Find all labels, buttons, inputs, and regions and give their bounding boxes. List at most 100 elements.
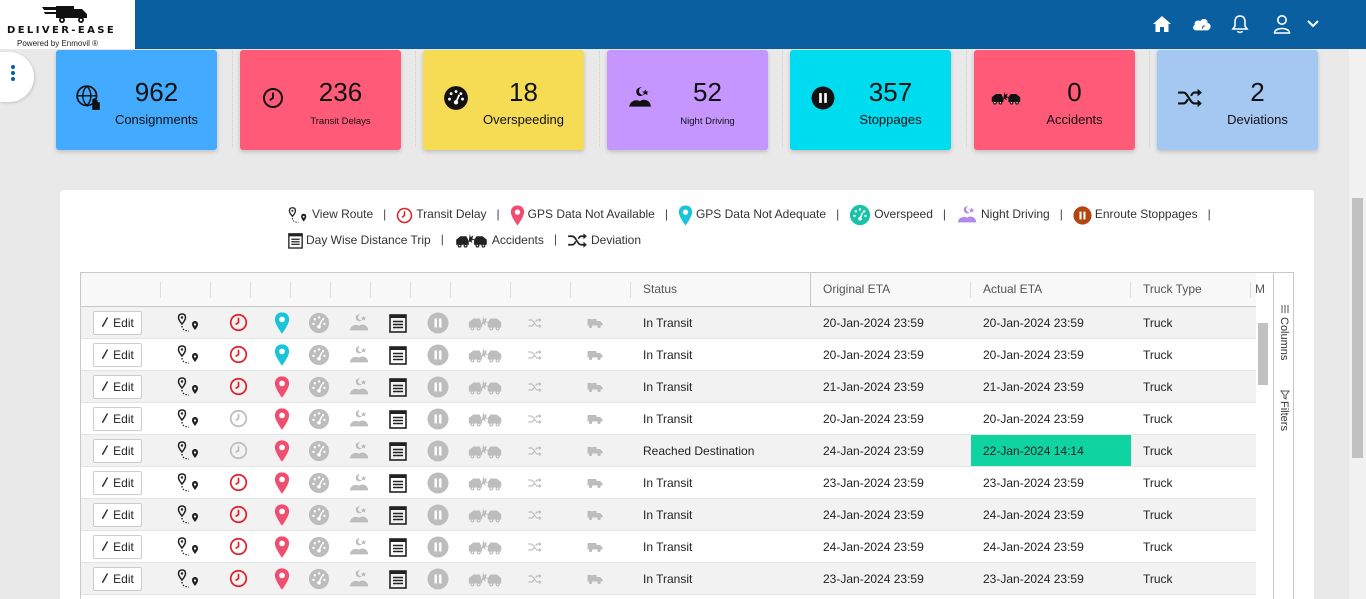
column-header-status[interactable]: Status [633, 273, 677, 306]
truck-small-icon[interactable] [587, 371, 603, 402]
brand-logo[interactable]: DELIVER-EASE Powered by Enmovil ® [0, 0, 135, 49]
edit-button[interactable]: Edit [93, 439, 142, 463]
summary-card-overspeeding[interactable]: 18 Overspeeding [423, 50, 584, 150]
pause-icon[interactable] [427, 499, 449, 530]
route-icon[interactable] [177, 467, 201, 498]
pause-icon[interactable] [427, 467, 449, 498]
table-row[interactable]: Edit In Transit 24-Jan-2024 23:59 24-Jan… [81, 531, 1256, 563]
accident-icon[interactable] [467, 371, 503, 402]
table-row[interactable]: Edit In Transit 21-Jan-2024 23:59 21-Jan… [81, 371, 1256, 403]
pause-icon[interactable] [427, 371, 449, 402]
speedometer-icon[interactable] [308, 371, 330, 402]
table-row[interactable]: Edit In Transit 20-Jan-2024 23:59 20-Jan… [81, 307, 1256, 339]
page-scroll-thumb[interactable] [1352, 198, 1363, 458]
accident-icon[interactable] [467, 563, 503, 594]
route-icon[interactable] [177, 499, 201, 530]
calendar-list-icon[interactable] [389, 371, 407, 402]
speedometer-icon[interactable] [308, 435, 330, 466]
shuffle-icon[interactable] [527, 531, 543, 562]
route-icon[interactable] [177, 531, 201, 562]
summary-card-deviations[interactable]: 2 Deviations [1157, 50, 1318, 150]
filters-tool-button[interactable]: Filters [1278, 401, 1290, 431]
pause-icon[interactable] [427, 531, 449, 562]
clock-icon[interactable] [229, 371, 248, 402]
calendar-list-icon[interactable] [389, 499, 407, 530]
table-row[interactable]: Edit In Transit 23-Jan-2024 23:59 23-Jan… [81, 563, 1256, 595]
edit-button[interactable]: Edit [93, 343, 142, 367]
shuffle-icon[interactable] [527, 563, 543, 594]
route-icon[interactable] [177, 307, 201, 338]
shuffle-icon[interactable] [527, 307, 543, 338]
edit-button[interactable]: Edit [93, 311, 142, 335]
gps-pin-red-icon[interactable] [274, 531, 290, 562]
truck-small-icon[interactable] [587, 563, 603, 594]
night-driving-icon[interactable] [348, 339, 370, 370]
column-header-truck-type[interactable]: Truck Type [1133, 273, 1202, 306]
gps-pin-red-icon[interactable] [274, 563, 290, 594]
edit-button[interactable]: Edit [93, 407, 142, 431]
accident-icon[interactable] [467, 403, 503, 434]
night-driving-icon[interactable] [348, 563, 370, 594]
night-driving-icon[interactable] [348, 499, 370, 530]
speedometer-icon[interactable] [308, 563, 330, 594]
bell-icon[interactable] [1229, 13, 1251, 35]
accident-icon[interactable] [467, 435, 503, 466]
chevron-down-icon[interactable] [1302, 13, 1324, 35]
clock-icon[interactable] [229, 435, 248, 466]
clock-icon[interactable] [229, 563, 248, 594]
accident-icon[interactable] [467, 467, 503, 498]
pause-icon[interactable] [427, 339, 449, 370]
night-driving-icon[interactable] [348, 531, 370, 562]
calendar-list-icon[interactable] [389, 307, 407, 338]
gps-pin-teal-icon[interactable] [274, 339, 290, 370]
speedometer-icon[interactable] [308, 339, 330, 370]
pause-icon[interactable] [427, 563, 449, 594]
edit-button[interactable]: Edit [93, 535, 142, 559]
summary-card-accidents[interactable]: 0 Accidents [974, 50, 1135, 150]
gps-pin-red-icon[interactable] [274, 403, 290, 434]
table-row[interactable]: Edit In Transit 24-Jan-2024 23:59 24-Jan… [81, 499, 1256, 531]
route-icon[interactable] [177, 403, 201, 434]
speedometer-icon[interactable] [308, 467, 330, 498]
night-driving-icon[interactable] [348, 467, 370, 498]
summary-card-stoppages[interactable]: 357 Stoppages [790, 50, 951, 150]
summary-card-consignments[interactable]: 962 Consignments [56, 50, 217, 150]
accident-icon[interactable] [467, 307, 503, 338]
sidebar-toggle[interactable] [0, 52, 34, 102]
grid-scroll-thumb[interactable] [1258, 323, 1268, 385]
edit-button[interactable]: Edit [93, 375, 142, 399]
pause-icon[interactable] [427, 307, 449, 338]
speedometer-icon[interactable] [308, 403, 330, 434]
gps-pin-red-icon[interactable] [274, 371, 290, 402]
calendar-list-icon[interactable] [389, 339, 407, 370]
shuffle-icon[interactable] [527, 339, 543, 370]
night-driving-icon[interactable] [348, 371, 370, 402]
column-header-more[interactable]: M [1253, 273, 1265, 306]
calendar-list-icon[interactable] [389, 563, 407, 594]
summary-card-night-driving[interactable]: 52 Night Driving [607, 50, 768, 150]
accident-icon[interactable] [467, 531, 503, 562]
calendar-list-icon[interactable] [389, 435, 407, 466]
cloud-icon[interactable] [1191, 13, 1213, 35]
shuffle-icon[interactable] [527, 435, 543, 466]
speedometer-icon[interactable] [308, 307, 330, 338]
truck-small-icon[interactable] [587, 499, 603, 530]
columns-tool-button[interactable]: Columns [1278, 317, 1290, 360]
truck-small-icon[interactable] [587, 435, 603, 466]
calendar-list-icon[interactable] [389, 531, 407, 562]
table-row[interactable]: Edit In Transit 20-Jan-2024 23:59 20-Jan… [81, 403, 1256, 435]
edit-button[interactable]: Edit [93, 503, 142, 527]
summary-card-transit-delays[interactable]: 236 Transit Delays [240, 50, 401, 150]
clock-icon[interactable] [229, 307, 248, 338]
accident-icon[interactable] [467, 499, 503, 530]
shuffle-icon[interactable] [527, 499, 543, 530]
clock-icon[interactable] [229, 531, 248, 562]
speedometer-icon[interactable] [308, 499, 330, 530]
gps-pin-red-icon[interactable] [274, 467, 290, 498]
clock-icon[interactable] [229, 339, 248, 370]
truck-small-icon[interactable] [587, 307, 603, 338]
table-row[interactable]: Edit In Transit 23-Jan-2024 23:59 23-Jan… [81, 467, 1256, 499]
calendar-list-icon[interactable] [389, 467, 407, 498]
night-driving-icon[interactable] [348, 403, 370, 434]
truck-small-icon[interactable] [587, 339, 603, 370]
